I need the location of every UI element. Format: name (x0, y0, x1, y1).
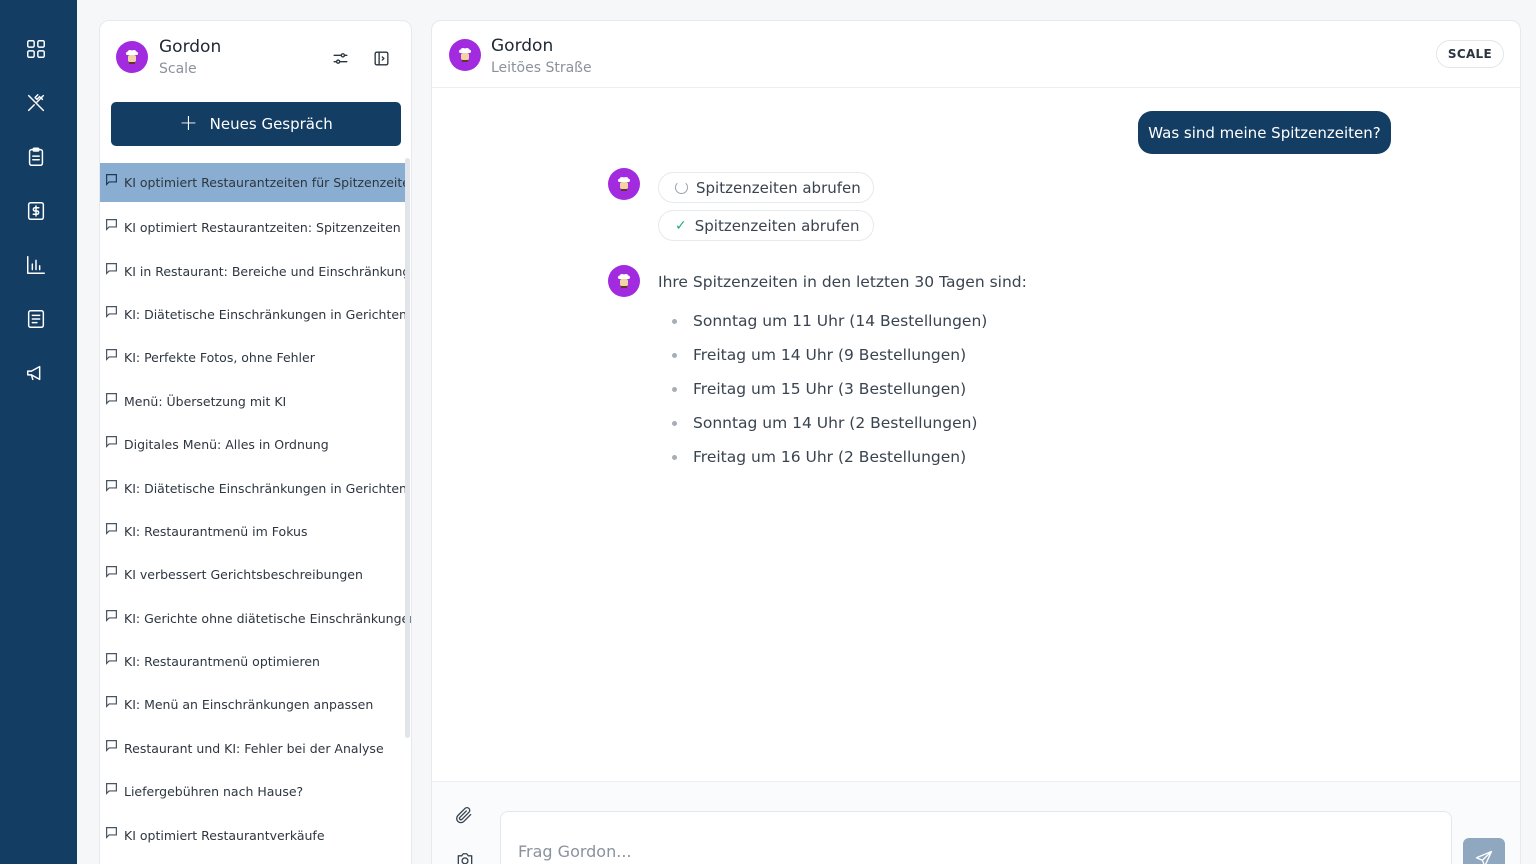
plan-badge: SCALE (1435, 40, 1504, 68)
conversation-item[interactable]: KI verbessert Gerichtsbeschreibungen (100, 553, 405, 596)
paperclip-icon[interactable] (454, 805, 476, 827)
conversation-item[interactable]: Digitales Menü: Alles in Ordnung (100, 423, 405, 466)
chef-icon (458, 47, 472, 62)
peak-times-list: Sonntag um 11 Uhr (14 Bestellungen) Frei… (672, 304, 987, 474)
chef-icon (617, 273, 631, 288)
chat-bubble-icon (106, 305, 117, 318)
chat-bubble-icon (106, 653, 117, 665)
sidebar-header: Gordon Scale (100, 21, 411, 99)
assistant-avatar (449, 39, 481, 71)
conversation-item[interactable]: KI: Restaurantmenü im Fokus (100, 510, 405, 553)
chat-bubble-icon (106, 522, 117, 535)
checkmark-icon: ✓ (675, 217, 687, 234)
chat-bubble-icon (106, 739, 117, 752)
message-composer (432, 781, 1520, 864)
conversation-item[interactable]: KI: Diätetische Einschränkungen in Geric… (100, 293, 407, 336)
restaurant-location: Leitões Straße (491, 60, 592, 76)
dashboard-grid-icon[interactable] (24, 37, 48, 61)
utensils-icon[interactable] (24, 91, 48, 115)
dollar-icon[interactable] (24, 199, 48, 223)
chat-bubble-icon (106, 174, 117, 186)
chat-header: Gordon Leitões Straße SCALE (432, 21, 1520, 88)
list-item: Freitag um 15 Uhr (3 Bestellungen) (672, 372, 987, 406)
conversation-list: KI optimiert Restaurantzeiten für Spitze… (100, 163, 411, 857)
chat-panel: Gordon Leitões Straße SCALE Was sind mei… (431, 20, 1521, 864)
conversations-sidebar: Gordon Scale + Neues Gespräch KI optimie… (99, 20, 412, 864)
chat-bubble-icon (106, 609, 117, 622)
chat-bubble-icon (106, 826, 117, 839)
bar-chart-icon[interactable] (24, 253, 48, 277)
send-button[interactable] (1463, 838, 1505, 864)
conversation-item[interactable]: KI: Menü an Einschränkungen anpassen (100, 683, 405, 726)
chef-icon (125, 49, 139, 64)
list-item: Sonntag um 14 Uhr (2 Bestellungen) (672, 406, 987, 440)
chat-bubble-icon (106, 219, 117, 232)
list-item: Freitag um 16 Uhr (2 Bestellungen) (672, 440, 987, 474)
chat-title: Gordon (491, 36, 554, 56)
new-chat-button[interactable]: + Neues Gespräch (111, 102, 401, 146)
sidebar-scrollbar[interactable] (405, 158, 410, 738)
megaphone-icon[interactable] (24, 361, 48, 385)
conversation-item[interactable]: KI optimiert Restaurantzeiten für Spitze… (100, 163, 411, 202)
list-item: Freitag um 14 Uhr (9 Bestellungen) (672, 338, 987, 372)
conversation-item[interactable]: KI: Diätetische Einschränkungen in Geric… (100, 466, 407, 509)
chat-bubble-icon (106, 262, 117, 275)
list-item: Sonntag um 11 Uhr (14 Bestellungen) (672, 304, 987, 338)
chat-bubble-icon (106, 566, 117, 579)
assistant-answer-intro: Ihre Spitzenzeiten in den letzten 30 Tag… (658, 273, 1027, 291)
clipboard-icon[interactable] (24, 145, 48, 169)
assistant-avatar (608, 168, 640, 200)
conversation-item[interactable]: KI: Gerichte ohne diätetische Einschränk… (100, 597, 411, 640)
send-icon (1475, 850, 1493, 864)
chat-bubble-icon (106, 783, 117, 796)
loading-spinner-icon (675, 181, 688, 194)
chat-bubble-icon (106, 479, 117, 492)
settings-sliders-icon[interactable] (329, 47, 351, 69)
conversation-item[interactable]: Liefergebühren nach Hause? (100, 770, 405, 813)
chat-bubble-icon (106, 349, 117, 362)
chat-bubble-icon (106, 392, 117, 405)
conversation-item[interactable]: KI in Restaurant: Bereiche und Einschrän… (100, 249, 411, 292)
tool-call-pill[interactable]: ✓ Spitzenzeiten abrufen (658, 210, 874, 241)
camera-icon[interactable] (455, 850, 477, 864)
chat-input[interactable] (500, 811, 1452, 864)
conversation-item[interactable]: Restaurant und KI: Fehler bei der Analys… (100, 727, 405, 770)
sidebar-panel-icon[interactable] (370, 47, 392, 69)
chat-bubble-icon (106, 436, 117, 448)
new-chat-label: Neues Gespräch (209, 115, 333, 133)
conversation-item[interactable]: KI optimiert Restaurantzeiten: Spitzenze… (100, 206, 405, 249)
assistant-avatar (608, 265, 640, 297)
assistant-name: Gordon (159, 37, 222, 57)
chef-icon (617, 176, 631, 191)
conversation-item[interactable]: KI: Perfekte Fotos, ohne Fehler (100, 336, 405, 379)
user-message: Was sind meine Spitzenzeiten? (1138, 111, 1391, 154)
tool-call-pill[interactable]: Spitzenzeiten abrufen (658, 172, 874, 203)
nav-rail (0, 0, 77, 864)
document-list-icon[interactable] (24, 307, 48, 331)
plus-icon: + (179, 111, 198, 136)
chat-bubble-icon (106, 696, 117, 709)
assistant-subtitle: Scale (159, 61, 197, 77)
conversation-item[interactable]: KI: Restaurantmenü optimieren (100, 640, 405, 683)
assistant-avatar (116, 41, 148, 73)
conversation-item[interactable]: KI optimiert Restaurantverkäufe (100, 813, 405, 856)
conversation-item[interactable]: Menü: Übersetzung mit KI (100, 380, 405, 423)
